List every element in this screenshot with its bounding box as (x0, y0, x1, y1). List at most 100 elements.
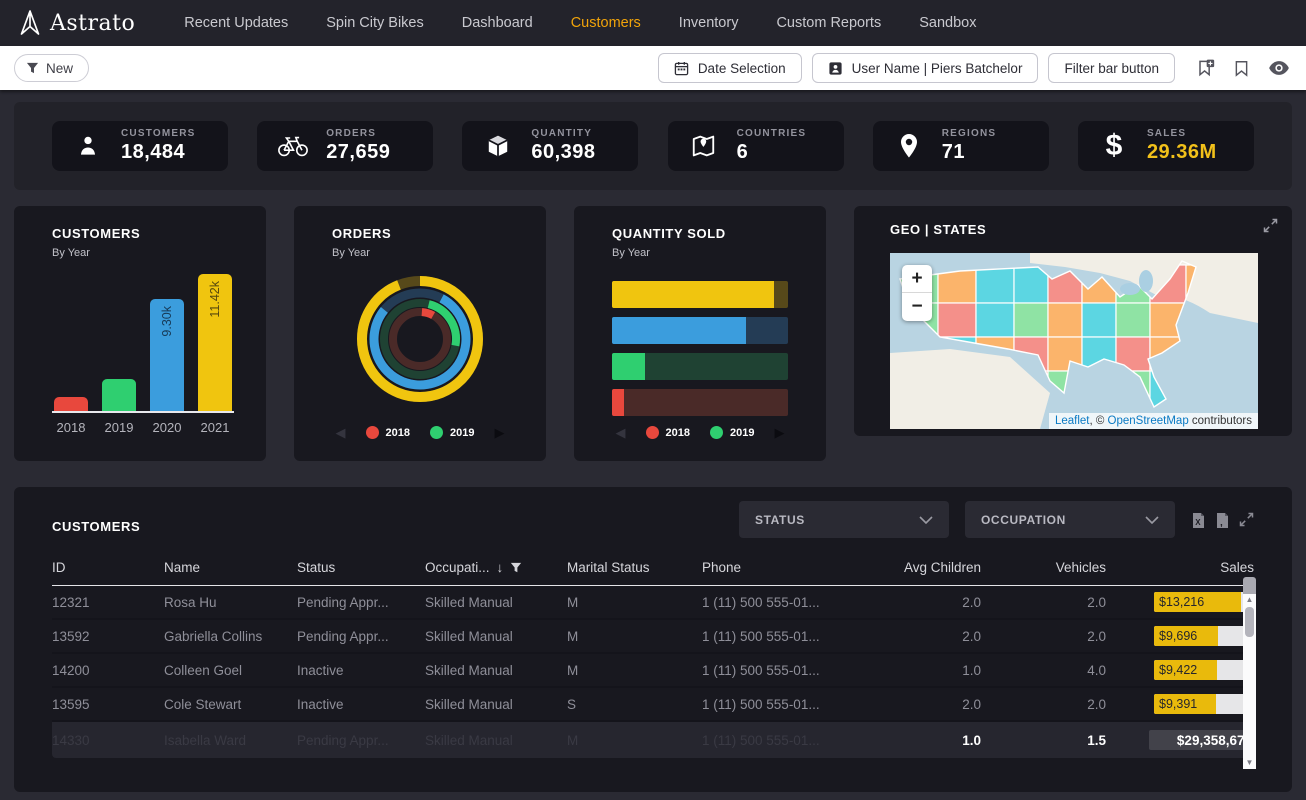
kpi-card-orders: ORDERS27,659 (257, 121, 433, 171)
column-header-label: Marital Status (567, 560, 650, 575)
kpi-text: SALES29.36M (1147, 128, 1217, 164)
legend-dot (710, 426, 723, 439)
column-header-status[interactable]: Status (297, 560, 425, 575)
legend-item-2018[interactable]: 2018 (646, 426, 690, 439)
export-excel-icon[interactable]: X (1191, 512, 1206, 529)
cell-id: 14200 (52, 663, 164, 678)
legend-label: 2018 (386, 427, 410, 439)
map-attribution: Leaflet, © OpenStreetMap contributors (1049, 413, 1258, 429)
column-header-label: Name (164, 560, 200, 575)
customers-table-title: CUSTOMERS (52, 519, 140, 534)
sales-value: $9,391 (1159, 697, 1197, 711)
table-scrollbar[interactable]: ▲ ▼ (1243, 594, 1256, 769)
table-row[interactable]: 13592Gabriella CollinsPending Appr...Ski… (52, 620, 1254, 654)
nav-item-custom-reports[interactable]: Custom Reports (757, 15, 900, 31)
column-header-id[interactable]: ID (52, 560, 164, 575)
column-header-label: Sales (1220, 560, 1254, 575)
hbar-fill (612, 353, 645, 380)
export-csv-icon[interactable]: , (1215, 512, 1230, 529)
filter-bar-button[interactable]: Filter bar button (1048, 53, 1175, 83)
new-filter-button[interactable]: New (14, 54, 89, 82)
pin-icon (893, 132, 925, 160)
orders-donut-chart[interactable] (332, 269, 508, 409)
nav-item-sandbox[interactable]: Sandbox (900, 15, 995, 31)
legend-item-2019[interactable]: 2019 (710, 426, 754, 439)
sales-bar: $13,216 (1154, 592, 1254, 612)
bar-2018[interactable] (54, 397, 88, 411)
bookmark-add-icon[interactable] (1193, 56, 1217, 80)
bar-2021[interactable]: 11.42k (198, 274, 232, 411)
x-axis-label: 2020 (150, 420, 184, 435)
column-header-phone[interactable]: Phone (702, 560, 866, 575)
expand-icon[interactable] (1263, 218, 1278, 233)
top-nav: Astrato Recent UpdatesSpin City BikesDas… (0, 0, 1306, 46)
leaflet-link[interactable]: Leaflet (1055, 415, 1090, 427)
legend-next-button[interactable]: ▶ (494, 426, 504, 439)
faded-cell-status: Pending Appr... (297, 733, 425, 748)
quantity-chart-panel: QUANTITY SOLD By Year ◀20182019▶ (574, 206, 826, 461)
scrollbar-thumb[interactable] (1245, 607, 1254, 637)
x-axis-label: 2019 (102, 420, 136, 435)
legend-next-button[interactable]: ▶ (774, 426, 784, 439)
nav-item-customers[interactable]: Customers (552, 15, 660, 31)
column-header-label: Occupati... (425, 560, 490, 575)
date-selection-button[interactable]: Date Selection (658, 53, 802, 83)
hbar-2020[interactable] (612, 317, 788, 344)
user-name-button[interactable]: User Name | Piers Batchelor (812, 53, 1039, 83)
legend-label: 2019 (450, 427, 474, 439)
table-header-row: IDName StatusOccupati... ↓ Marital Status Ph… (52, 554, 1254, 586)
legend-prev-button[interactable]: ◀ (336, 426, 346, 439)
eye-icon[interactable] (1266, 57, 1292, 79)
leaflet-map[interactable]: + − Leaflet, © OpenStreetMap contributor… (890, 253, 1258, 429)
legend-label: 2018 (666, 427, 690, 439)
column-header-marital-status[interactable]: Marital Status (567, 560, 702, 575)
column-funnel-icon[interactable] (510, 562, 522, 574)
bar-2019[interactable] (102, 379, 136, 411)
person-icon (72, 133, 104, 159)
map-zoom-out-button[interactable]: − (902, 293, 932, 321)
table-row[interactable]: 12321Rosa HuPending Appr...Skilled Manua… (52, 586, 1254, 620)
column-header-name[interactable]: Name (164, 560, 297, 575)
openstreetmap-link[interactable]: OpenStreetMap (1108, 415, 1189, 427)
hbar-2018[interactable] (612, 389, 788, 416)
donut-ring-2021[interactable] (362, 281, 478, 397)
legend-prev-button[interactable]: ◀ (616, 426, 626, 439)
occupation-filter-dropdown[interactable]: OCCUPATION (965, 501, 1175, 538)
column-header-sales[interactable]: Sales (1106, 560, 1254, 575)
faded-cell-marital: M (567, 733, 702, 748)
nav-item-dashboard[interactable]: Dashboard (443, 15, 552, 31)
customers-chart-subtitle: By Year (52, 247, 266, 259)
nav-item-spin-city-bikes[interactable]: Spin City Bikes (307, 15, 443, 31)
bar-value-label: 11.42k (208, 281, 222, 318)
scroll-down-arrow[interactable]: ▼ (1246, 758, 1254, 768)
hbar-2019[interactable] (612, 353, 788, 380)
legend-item-2019[interactable]: 2019 (430, 426, 474, 439)
astrato-logo[interactable]: Astrato (18, 10, 135, 36)
table-row[interactable]: 14200Colleen GoelInactiveSkilled ManualM… (52, 654, 1254, 688)
cell-avg_children: 2.0 (866, 697, 981, 712)
nav-item-recent-updates[interactable]: Recent Updates (165, 15, 307, 31)
hbar-2021[interactable] (612, 281, 788, 308)
customers-x-labels: 2018201920202021 (52, 420, 234, 435)
quantity-chart-title: QUANTITY SOLD (612, 226, 826, 241)
total-vehicles: 1.5 (981, 733, 1106, 748)
nav-item-inventory[interactable]: Inventory (660, 15, 758, 31)
quantity-legend: ◀ 2018 2019 ▶ (612, 426, 788, 439)
scroll-up-arrow[interactable]: ▲ (1246, 595, 1254, 605)
cell-vehicles: 2.0 (981, 629, 1106, 644)
table-row[interactable]: 13595Cole StewartInactiveSkilled ManualS… (52, 688, 1254, 722)
bookmark-icon[interactable] (1230, 57, 1253, 80)
geo-states-panel: GEO | STATES (854, 206, 1292, 436)
bar-2020[interactable]: 9.30k (150, 299, 184, 411)
cell-id: 13592 (52, 629, 164, 644)
map-zoom-in-button[interactable]: + (902, 265, 932, 293)
expand-icon[interactable] (1239, 512, 1254, 527)
cell-avg_children: 2.0 (866, 629, 981, 644)
legend-item-2018[interactable]: 2018 (366, 426, 410, 439)
sort-descending-icon[interactable]: ↓ (497, 560, 504, 575)
cell-marital: M (567, 663, 702, 678)
column-header-occupati[interactable]: Occupati... ↓ (425, 560, 567, 575)
column-header-avg-children[interactable]: Avg Children (866, 560, 981, 575)
status-filter-dropdown[interactable]: STATUS (739, 501, 949, 538)
column-header-vehicles[interactable]: Vehicles (981, 560, 1106, 575)
